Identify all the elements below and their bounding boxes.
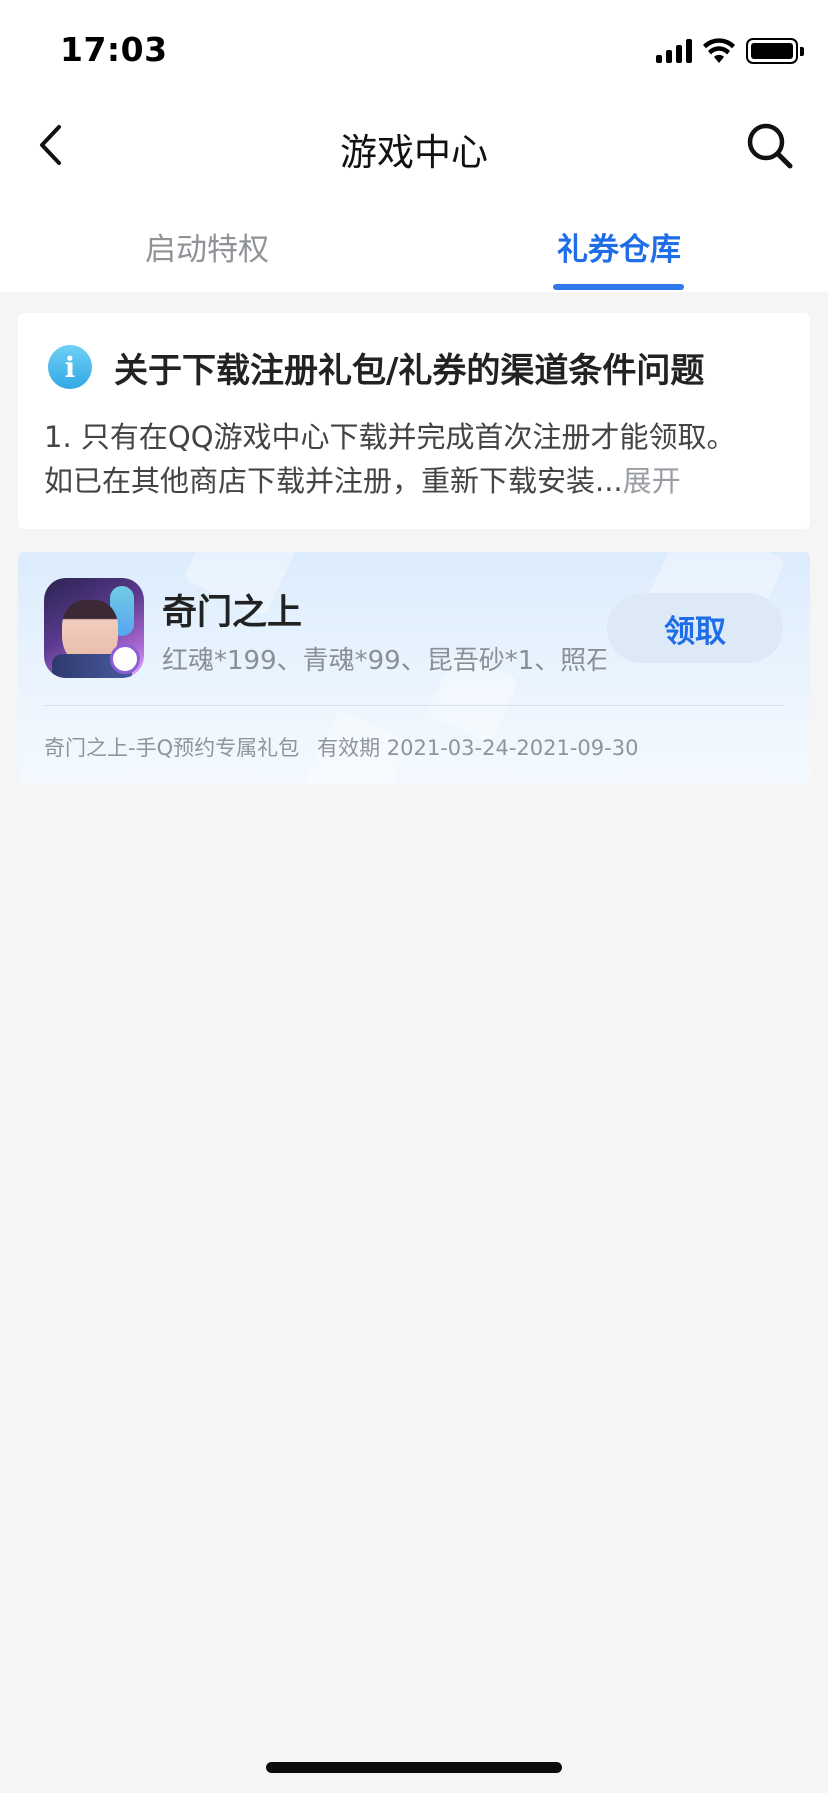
game-name: 奇门之上 [162, 593, 303, 633]
page-title: 游戏中心 [340, 131, 488, 174]
tab-launch-privileges[interactable]: 启动特权 [57, 224, 357, 269]
gift-items: 红魂*199、青魂*99、昆吾砂*1、照石 [162, 646, 606, 676]
notice-line-2-text: 如已在其他商店下载并注册，重新下载安装... [44, 464, 623, 498]
notice-title: 关于下载注册礼包/礼券的渠道条件问题 [114, 351, 705, 391]
gift-package-name: 奇门之上-手Q预约专属礼包 [44, 736, 300, 760]
search-button[interactable] [742, 118, 798, 174]
gift-footer: 奇门之上-手Q预约专属礼包 有效期 2021-03-24-2021-09-30 [44, 732, 638, 762]
tab-bar: 启动特权 礼券仓库 [0, 214, 828, 292]
notice-line-2: 如已在其他商店下载并注册，重新下载安装...展开 [44, 459, 796, 503]
status-icons [656, 36, 804, 66]
game-icon [44, 578, 144, 678]
divider [44, 705, 784, 706]
battery-icon [746, 38, 804, 64]
notice-body: 1. 只有在QQ游戏中心下载并完成首次注册才能领取。 如已在其他商店下载并注册，… [44, 415, 796, 503]
wifi-icon [703, 38, 735, 63]
cellular-signal-icon [656, 39, 692, 63]
game-center-page: 17:03 游戏中心 启动特权 礼券仓库 i 关于下载注册礼包/礼券的渠道条件问… [0, 0, 828, 1793]
claim-button[interactable]: 领取 [607, 593, 783, 663]
gift-card: 奇门之上 红魂*199、青魂*99、昆吾砂*1、照石 领取 奇门之上-手Q预约专… [18, 552, 810, 784]
expand-link[interactable]: 展开 [623, 464, 681, 498]
info-icon: i [48, 345, 92, 389]
gift-validity: 有效期 2021-03-24-2021-09-30 [317, 736, 639, 760]
status-time: 17:03 [60, 30, 168, 69]
home-indicator[interactable] [266, 1762, 562, 1773]
search-icon [747, 123, 793, 169]
header: 17:03 游戏中心 启动特权 礼券仓库 [0, 0, 828, 292]
tab-voucher-warehouse[interactable]: 礼券仓库 [469, 224, 769, 269]
notice-line-1: 1. 只有在QQ游戏中心下载并完成首次注册才能领取。 [44, 420, 736, 454]
game-badge-icon [110, 644, 140, 674]
notice-card: i 关于下载注册礼包/礼券的渠道条件问题 1. 只有在QQ游戏中心下载并完成首次… [18, 313, 810, 529]
active-tab-indicator [553, 284, 684, 290]
